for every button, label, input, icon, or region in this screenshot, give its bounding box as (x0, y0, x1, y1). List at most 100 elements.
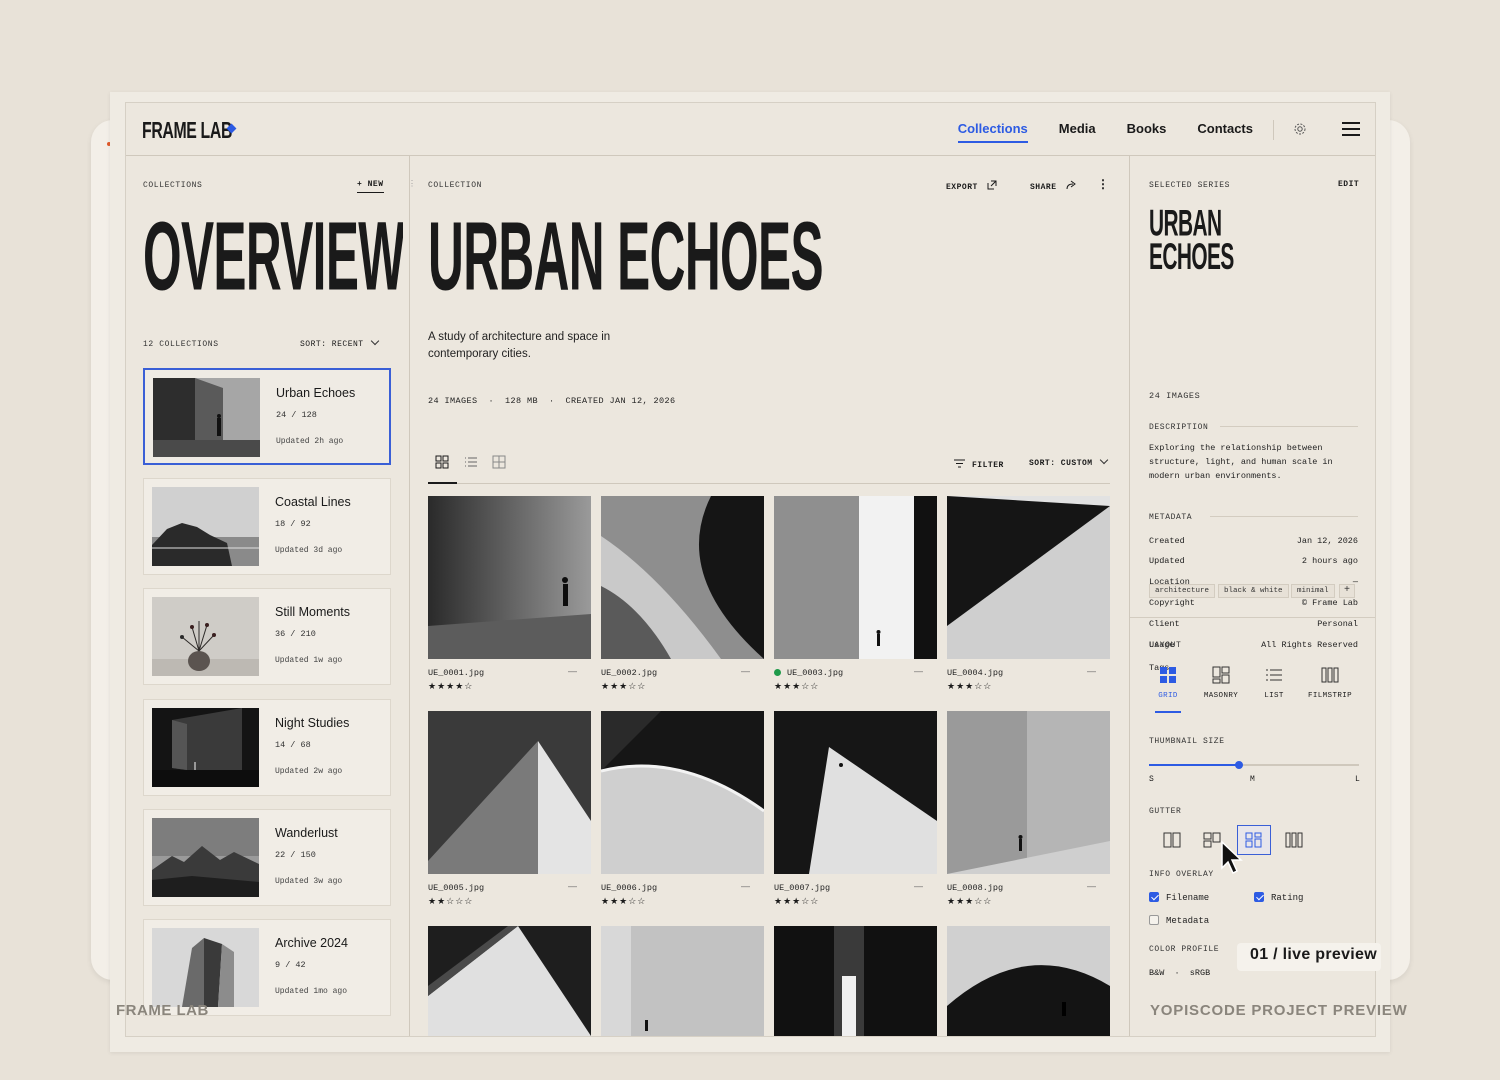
image-tile[interactable] (947, 926, 1110, 1036)
export-button[interactable]: EXPORT (946, 180, 997, 192)
image-menu[interactable]: — (568, 881, 577, 891)
image-thumbnail (947, 496, 1110, 659)
nav-books[interactable]: Books (1127, 121, 1167, 141)
view-toolbar: FILTER SORT: CUSTOM (428, 446, 1110, 484)
image-tile[interactable]: UE_0006.jpg — ★★★☆☆ (601, 711, 764, 906)
list-view-icon[interactable] (464, 455, 478, 469)
collection-card[interactable]: Coastal Lines 18 / 92 Updated 3d ago (143, 478, 391, 575)
image-rating[interactable]: ★★★☆☆ (774, 681, 819, 692)
color-profile-label: COLOR PROFILE (1149, 945, 1220, 954)
tag-chip[interactable]: architecture (1149, 584, 1216, 598)
image-thumbnail (947, 926, 1110, 1036)
collection-card[interactable]: Urban Echoes 24 / 128 Updated 2h ago (143, 368, 391, 465)
filter-icon (954, 459, 965, 468)
collection-count: 24 / 128 (276, 410, 317, 420)
image-menu[interactable]: — (1087, 881, 1096, 891)
layout-label: LAYOUT (1149, 641, 1182, 650)
checkbox-checked-icon (1149, 892, 1159, 902)
logo[interactable]: FRAME LAB (142, 117, 267, 145)
image-tile[interactable] (601, 926, 764, 1036)
collection-count: 9 / 42 (275, 960, 306, 970)
share-icon (1066, 180, 1076, 190)
collection-description: A study of architecture and space in con… (428, 331, 611, 360)
image-menu[interactable]: — (914, 666, 923, 676)
collection-thumbnail (152, 818, 259, 897)
layout-list-option[interactable]: LIST (1249, 664, 1299, 700)
thumbnail-size-label: THUMBNAIL SIZE (1149, 737, 1225, 746)
image-thumbnail (774, 926, 937, 1036)
overlay-filename-checkbox[interactable]: Filename (1149, 892, 1209, 903)
image-thumbnail (428, 496, 591, 659)
collection-name: Archive 2024 (275, 936, 348, 950)
page-title: OVERVIEW (143, 208, 403, 308)
metadata-row: Updated 2 hours ago (1149, 556, 1358, 566)
image-rating[interactable]: ★★★☆☆ (774, 896, 819, 907)
image-rating[interactable]: ★★★☆☆ (947, 681, 992, 692)
overlay-metadata-checkbox[interactable]: Metadata (1149, 915, 1209, 926)
collection-card[interactable]: Still Moments 36 / 210 Updated 1w ago (143, 588, 391, 685)
image-thumbnail (601, 711, 764, 874)
gear-icon[interactable] (1293, 122, 1307, 136)
image-tile[interactable]: UE_0002.jpg — ★★★☆☆ (601, 496, 764, 691)
gutter-option[interactable] (1155, 825, 1189, 855)
compact-view-icon[interactable] (492, 455, 506, 469)
add-tag-button[interactable]: + (1339, 584, 1356, 598)
image-menu[interactable]: — (741, 881, 750, 891)
nav-media[interactable]: Media (1059, 121, 1096, 141)
description-label: DESCRIPTION (1149, 423, 1209, 432)
tag-chip[interactable]: black & white (1218, 584, 1289, 598)
filter-button[interactable]: FILTER (954, 459, 1004, 470)
image-menu[interactable]: — (1087, 666, 1096, 676)
main-sort-dropdown[interactable]: SORT: CUSTOM (1029, 455, 1108, 468)
image-thumbnail (947, 711, 1110, 874)
collection-name: Still Moments (275, 605, 351, 619)
image-menu[interactable]: — (741, 666, 750, 676)
nav-contacts[interactable]: Contacts (1197, 121, 1253, 141)
collection-card[interactable]: Night Studies 14 / 68 Updated 2w ago (143, 699, 391, 796)
gutter-large-icon (1285, 832, 1303, 848)
layout-filmstrip-option[interactable]: FILMSTRIP (1305, 664, 1355, 700)
collection-meta: 24 IMAGES · 128 MB · CREATED JAN 12, 202… (428, 396, 676, 406)
image-tile[interactable]: UE_0008.jpg — ★★★☆☆ (947, 711, 1110, 906)
hamburger-menu-icon[interactable] (1342, 122, 1360, 136)
image-rating[interactable]: ★★★☆☆ (601, 896, 646, 907)
nav-collections[interactable]: Collections (957, 121, 1028, 143)
slider-handle[interactable] (1235, 761, 1244, 769)
image-rating[interactable]: ★★★☆☆ (947, 896, 992, 907)
image-rating[interactable]: ★★★★☆ (428, 681, 473, 692)
more-options-icon[interactable]: ⋮ (1097, 177, 1110, 192)
image-tile[interactable] (428, 926, 591, 1036)
image-menu[interactable]: — (568, 666, 577, 676)
layout-grid-option[interactable]: GRID (1143, 664, 1193, 713)
edit-button[interactable]: EDIT (1338, 180, 1359, 189)
color-profile-select[interactable]: B&W · sRGB (1149, 968, 1210, 978)
image-tile[interactable]: UE_0003.jpg — ★★★☆☆ (774, 496, 937, 691)
layout-masonry-option[interactable]: MASONRY (1196, 664, 1246, 700)
grid-view-icon[interactable] (435, 455, 449, 469)
divider (1220, 426, 1358, 427)
series-description: Exploring the relationship between struc… (1149, 443, 1333, 481)
collection-updated: Updated 3w ago (275, 877, 343, 886)
new-collection-button[interactable]: + NEW (357, 180, 384, 193)
overlay-rating-checkbox[interactable]: Rating (1254, 892, 1303, 903)
image-tile[interactable]: UE_0001.jpg — ★★★★☆ (428, 496, 591, 691)
image-tile[interactable]: UE_0007.jpg — ★★★☆☆ (774, 711, 937, 906)
image-rating[interactable]: ★★★☆☆ (601, 681, 646, 692)
tag-chip[interactable]: minimal (1291, 584, 1335, 598)
image-tile[interactable]: UE_0005.jpg — ★★☆☆☆ (428, 711, 591, 906)
metadata-row: Client Personal (1149, 619, 1358, 629)
image-tile[interactable]: UE_0004.jpg — ★★★☆☆ (947, 496, 1110, 691)
image-menu[interactable]: — (914, 881, 923, 891)
image-filename: UE_0003.jpg (774, 668, 843, 678)
watermark-left: FRAME LAB (116, 1002, 209, 1019)
image-tile[interactable] (774, 926, 937, 1036)
image-rating[interactable]: ★★☆☆☆ (428, 896, 473, 907)
thumbnail-size-slider[interactable] (1149, 761, 1359, 769)
collection-card[interactable]: Wanderlust 22 / 150 Updated 3w ago (143, 809, 391, 906)
share-button[interactable]: SHARE (1030, 180, 1077, 192)
metadata-label: METADATA (1149, 513, 1193, 522)
sidebar-sort-dropdown[interactable]: SORT: RECENT (300, 336, 379, 349)
image-filename: UE_0008.jpg (947, 883, 1004, 893)
mouse-cursor-icon (1221, 840, 1243, 875)
gutter-option[interactable] (1277, 825, 1311, 855)
